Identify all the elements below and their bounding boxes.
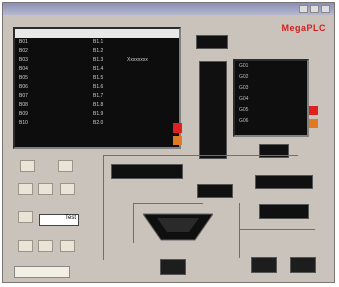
list-cell: B03 [19, 57, 28, 63]
brand-logo: MegaPLC [281, 23, 326, 33]
vertical-meter [199, 61, 227, 159]
connector-line [239, 229, 315, 230]
list-item[interactable]: G06 [235, 116, 307, 127]
list-item[interactable]: B08 B1.8 [15, 101, 179, 110]
list-item[interactable]: B10 B2.0 [15, 119, 179, 128]
list-item[interactable]: B04 B1.4 [15, 65, 179, 74]
right-scroll-down-button[interactable] [309, 119, 318, 128]
list-item[interactable]: G04 [235, 94, 307, 105]
list-item[interactable]: B02 B1.2 [15, 47, 179, 56]
center-display [111, 164, 183, 179]
left-panel-rows: B01 B1.1 B02 B1.2 B03 B1.3 Xxxxxxxx B04 B1.4 B05 B… [15, 38, 179, 128]
list-cell: B06 [19, 84, 28, 90]
key-button[interactable] [58, 160, 73, 172]
list-cell: B05 [19, 75, 28, 81]
list-cell: G01 [239, 63, 249, 69]
list-cell: B04 [19, 66, 28, 72]
list-item[interactable]: G01 [235, 61, 307, 72]
list-item[interactable]: G03 [235, 83, 307, 94]
key-button[interactable] [20, 160, 35, 172]
list-cell: B10 [19, 120, 28, 126]
list-cell: G02 [239, 74, 249, 80]
key-button[interactable] [18, 211, 33, 223]
list-cell: B08 [19, 102, 28, 108]
left-panel-header [15, 29, 179, 38]
list-cell: B1.6 [93, 84, 104, 90]
list-cell: B02 [19, 48, 28, 54]
list-item[interactable]: G02 [235, 72, 307, 83]
right-data-panel[interactable]: G01 G02 G03 G04 G05 G06 [233, 59, 309, 137]
app-window: MegaPLC B01 B1.1 B02 B1.2 B03 B1.3 Xxxxxxxx B04… [2, 2, 335, 283]
list-cell: B1.2 [93, 48, 104, 54]
list-cell: B07 [19, 93, 28, 99]
list-cell: B2.0 [93, 120, 104, 126]
list-cell: Xxxxxxxx [127, 57, 148, 63]
list-cell: B1.1 [93, 39, 104, 45]
left-scroll-down-button[interactable] [173, 136, 182, 145]
list-cell: G03 [239, 85, 249, 91]
key-button[interactable] [38, 183, 53, 195]
right-panel-rows: G01 G02 G03 G04 G05 G06 [235, 61, 307, 127]
list-item[interactable]: B03 B1.3 Xxxxxxxx [15, 56, 179, 65]
top-display-box [196, 35, 228, 49]
keypad-input[interactable]: Test [39, 214, 79, 226]
list-cell: B1.9 [93, 111, 104, 117]
maximize-button[interactable] [310, 5, 319, 13]
mid-display [197, 184, 233, 198]
list-item[interactable]: B06 B1.6 [15, 83, 179, 92]
hopper-icon [143, 213, 213, 241]
key-button[interactable] [38, 240, 53, 252]
bottom-button-1[interactable] [160, 259, 186, 275]
key-button[interactable] [18, 183, 33, 195]
connector-line [133, 203, 203, 204]
window-controls [299, 5, 330, 13]
list-cell: B1.7 [93, 93, 104, 99]
right-display-3 [259, 204, 309, 219]
list-cell: B09 [19, 111, 28, 117]
close-button[interactable] [321, 5, 330, 13]
key-button[interactable] [60, 183, 75, 195]
connector-line [103, 155, 298, 156]
left-data-panel[interactable]: B01 B1.1 B02 B1.2 B03 B1.3 Xxxxxxxx B04 B1.4 B05 B… [13, 27, 181, 149]
connector-line [239, 203, 240, 258]
list-cell: B1.8 [93, 102, 104, 108]
list-item[interactable]: B05 B1.5 [15, 74, 179, 83]
connector-line [133, 203, 134, 243]
connector-line [103, 155, 104, 260]
list-cell: G05 [239, 107, 249, 113]
list-cell: B1.3 [93, 57, 104, 63]
list-cell: B1.4 [93, 66, 104, 72]
right-display-2 [255, 175, 313, 189]
list-cell: B01 [19, 39, 28, 45]
bottom-button-2[interactable] [251, 257, 277, 273]
key-button[interactable] [60, 240, 75, 252]
right-scroll-up-button[interactable] [309, 106, 318, 115]
key-button[interactable] [18, 240, 33, 252]
list-item[interactable]: B01 B1.1 [15, 38, 179, 47]
list-cell: G06 [239, 118, 249, 124]
list-item[interactable]: G05 [235, 105, 307, 116]
list-cell: G04 [239, 96, 249, 102]
minimize-button[interactable] [299, 5, 308, 13]
program-button[interactable] [14, 266, 70, 278]
left-scroll-up-button[interactable] [173, 123, 182, 133]
list-item[interactable]: B09 B1.9 [15, 110, 179, 119]
list-item[interactable]: B07 B1.7 [15, 92, 179, 101]
title-bar [3, 3, 334, 15]
bottom-button-3[interactable] [290, 257, 316, 273]
list-cell: B1.5 [93, 75, 104, 81]
